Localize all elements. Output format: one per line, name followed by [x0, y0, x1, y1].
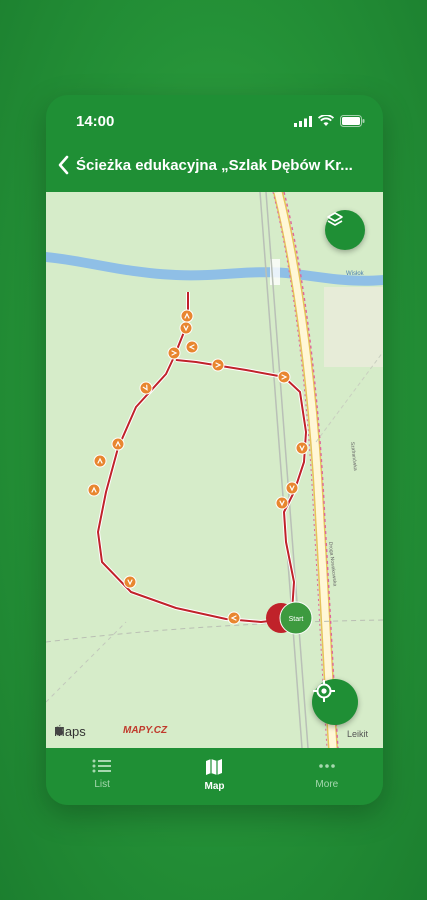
layers-button[interactable] [325, 210, 365, 250]
map-field-area [324, 287, 383, 367]
tab-map-label: Map [204, 781, 225, 792]
layers-icon [327, 212, 343, 226]
route-marker [277, 370, 291, 384]
legal-link[interactable]: Leikit [347, 729, 368, 739]
route-marker [227, 611, 241, 625]
dashed-path-3 [46, 621, 127, 703]
route-marker [93, 454, 107, 468]
route-marker [285, 481, 299, 495]
tab-bar: List Map More [46, 748, 383, 805]
route-markers [87, 309, 309, 625]
street-label-2: Szafranówka [349, 442, 358, 472]
route-marker [111, 437, 125, 451]
start-label: Start [289, 616, 304, 623]
list-icon [92, 759, 112, 773]
back-chevron-icon[interactable] [56, 153, 72, 177]
map-view[interactable]: Wisłok Droga Nowakowska Szafranówka Star… [46, 192, 383, 748]
route-marker [123, 575, 137, 589]
more-icon [319, 764, 335, 768]
navigation-bar: Ścieżka edukacyjna „Szlak Dębów Kr... [46, 147, 383, 187]
dashed-path-2 [46, 619, 383, 643]
tab-more[interactable]: More [271, 748, 383, 805]
tab-list[interactable]: List [46, 748, 158, 805]
status-icons [294, 115, 365, 127]
route-marker [167, 346, 181, 360]
river-label: Wisłok [346, 271, 365, 277]
mapy-cz-logo: MAPY.CZ [123, 725, 168, 736]
map-canvas: Wisłok Droga Nowakowska Szafranówka Star… [46, 192, 383, 748]
route-marker [139, 381, 153, 395]
status-time: 14:00 [76, 113, 115, 130]
tab-list-label: List [94, 779, 110, 790]
tab-more-label: More [315, 779, 339, 790]
apple-logo-icon [55, 724, 64, 736]
route-line [97, 292, 307, 623]
route-marker [180, 309, 194, 323]
route-marker [295, 441, 309, 455]
status-bar: 14:00 [46, 95, 383, 143]
location-target-icon [313, 680, 335, 702]
page-title: Ścieżka edukacyjna „Szlak Dębów Kr... [76, 157, 353, 174]
apple-maps-attribution: Maps [54, 724, 86, 739]
battery-icon [340, 115, 365, 127]
route-marker [185, 340, 199, 354]
locate-me-button[interactable] [312, 679, 358, 725]
river-shape [46, 252, 383, 286]
map-icon [206, 759, 223, 775]
route-marker [87, 483, 101, 497]
phone-screen: 14:00 Ścieżka edukacyjna „Szlak Dębów Kr… [46, 95, 383, 805]
wifi-icon [318, 115, 334, 126]
route-marker [179, 321, 193, 335]
route-marker [211, 358, 225, 372]
route-marker [275, 496, 289, 510]
route-outline [96, 292, 308, 624]
signal-icon [294, 115, 312, 127]
tab-map[interactable]: Map [158, 748, 270, 805]
